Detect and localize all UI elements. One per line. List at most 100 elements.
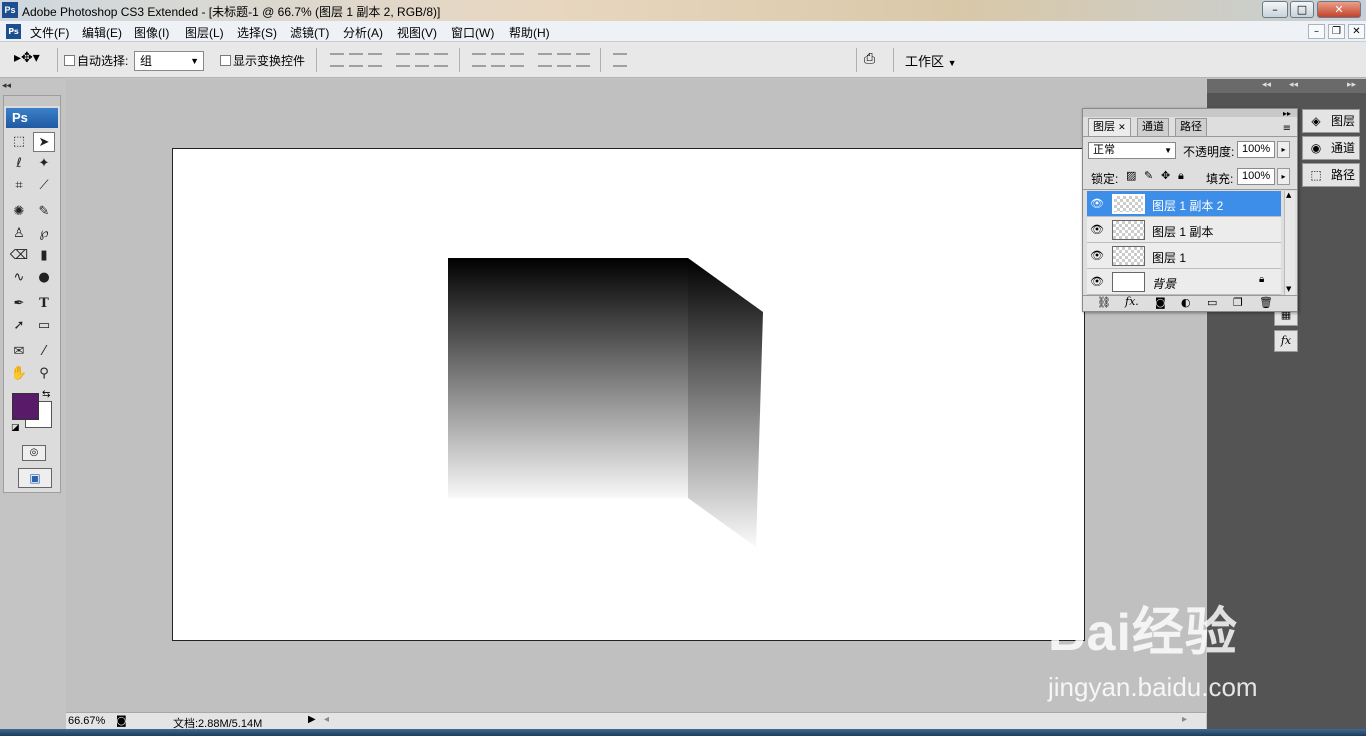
visibility-eye-icon[interactable]: 👁︎ (1090, 223, 1104, 237)
status-nav-icon[interactable]: ◙ (116, 714, 127, 727)
distribute-hcenter-icon[interactable] (557, 53, 571, 67)
collapse-icon[interactable]: ◂◂ (1289, 80, 1298, 90)
panel-collapse-icon[interactable]: ▸▸ (1283, 109, 1291, 118)
menu-help[interactable]: 帮助(H) (509, 24, 550, 41)
lock-all-icon[interactable]: 🔒︎ (1178, 169, 1184, 183)
screen-mode-icon[interactable]: ▣ (18, 468, 52, 488)
doc-minimize-button[interactable]: – (1308, 24, 1325, 39)
doc-close-button[interactable]: ✕ (1348, 24, 1365, 39)
brush-tool-icon[interactable]: ✎ (33, 202, 55, 222)
layer-row[interactable]: 👁︎ 背景 🔒︎ (1087, 269, 1281, 295)
document-canvas[interactable] (172, 148, 1085, 641)
new-layer-icon[interactable]: ❐ (1233, 296, 1243, 309)
styles-fx-icon[interactable]: fx (1274, 330, 1298, 352)
collapse-icon[interactable]: ◂◂ (1262, 80, 1271, 90)
tab-channels[interactable]: 通道 (1137, 118, 1169, 136)
quick-mask-icon[interactable]: ◎ (22, 445, 46, 461)
opacity-slider-arrow-icon[interactable]: ▸ (1277, 141, 1290, 158)
layer-style-fx-icon[interactable]: fx. (1125, 295, 1139, 308)
link-layers-icon[interactable]: ⛓ (1097, 296, 1111, 309)
tab-layers[interactable]: 图层 ✕ (1088, 118, 1131, 136)
blur-tool-icon[interactable]: ∿ (8, 268, 30, 288)
scroll-down-icon[interactable]: ▼ (1286, 285, 1291, 293)
side-paths-button[interactable]: ⬚ 路径 (1302, 163, 1360, 187)
fill-slider-arrow-icon[interactable]: ▸ (1277, 168, 1290, 185)
adjustment-layer-icon[interactable]: ◐ (1181, 296, 1191, 309)
scroll-up-icon[interactable]: ▲ (1286, 191, 1291, 199)
marquee-tool-icon[interactable]: ⬚ (8, 132, 30, 152)
eyedropper-tool-icon[interactable]: ⁄ (33, 342, 55, 362)
align-left-icon[interactable] (396, 53, 410, 67)
menu-file[interactable]: 文件(F) (30, 24, 69, 41)
shape-tool-icon[interactable]: ▭ (33, 316, 55, 336)
close-tab-icon[interactable]: ✕ (1118, 122, 1126, 132)
menu-layer[interactable]: 图层(L) (185, 24, 224, 41)
layers-scrollbar[interactable]: ▲ ▼ (1284, 191, 1295, 295)
slice-tool-icon[interactable]: ⟋ (33, 176, 55, 196)
swap-colors-icon[interactable]: ⇆ (42, 389, 50, 400)
close-button[interactable]: ✕ (1317, 1, 1361, 18)
expand-icon[interactable]: ▸▸ (1347, 80, 1356, 90)
toolbox-header[interactable] (4, 96, 60, 106)
menu-window[interactable]: 窗口(W) (451, 24, 494, 41)
side-layers-button[interactable]: ◈ 图层 (1302, 109, 1360, 133)
default-colors-icon[interactable]: ◪ (11, 423, 20, 433)
move-tool-preset-icon[interactable]: ▸✥▾ (14, 50, 50, 70)
side-channels-button[interactable]: ◉ 通道 (1302, 136, 1360, 160)
distribute-left-icon[interactable] (538, 53, 552, 67)
auto-select-checkbox[interactable] (64, 55, 75, 66)
align-top-icon[interactable] (330, 53, 344, 67)
path-selection-tool-icon[interactable]: ➚ (8, 316, 30, 336)
move-tool-icon[interactable]: ➤ (33, 132, 55, 152)
photoshop-app-icon[interactable]: Ps (2, 2, 18, 18)
menu-view[interactable]: 视图(V) (397, 24, 437, 41)
lock-image-icon[interactable]: ✎ (1144, 169, 1153, 182)
eraser-tool-icon[interactable]: ⌫ (8, 246, 30, 266)
opacity-input[interactable]: 100% (1237, 141, 1275, 158)
lock-transparent-icon[interactable]: ▨ (1126, 169, 1136, 182)
menu-select[interactable]: 选择(S) (237, 24, 277, 41)
zoom-tool-icon[interactable]: ⚲ (33, 364, 55, 384)
menu-filter[interactable]: 滤镜(T) (290, 24, 329, 41)
distribute-vcenter-icon[interactable] (491, 53, 505, 67)
layer-mask-icon[interactable]: ◙ (1155, 296, 1166, 309)
document-icon[interactable]: Ps (6, 24, 21, 39)
maximize-button[interactable]: □ (1290, 1, 1314, 18)
scroll-right-icon[interactable]: ▸ (1182, 714, 1187, 725)
show-transform-checkbox[interactable] (220, 55, 231, 66)
fill-input[interactable]: 100% (1237, 168, 1275, 185)
visibility-eye-icon[interactable]: 👁︎ (1090, 249, 1104, 263)
doc-restore-button[interactable]: ❐ (1328, 24, 1345, 39)
distribute-right-icon[interactable] (576, 53, 590, 67)
visibility-eye-icon[interactable]: 👁︎ (1090, 275, 1104, 289)
lock-position-icon[interactable]: ✥ (1161, 169, 1170, 182)
lasso-tool-icon[interactable]: ℓ (8, 154, 30, 174)
menu-image[interactable]: 图像(I) (134, 24, 169, 41)
menu-edit[interactable]: 编辑(E) (82, 24, 122, 41)
tab-paths[interactable]: 路径 (1175, 118, 1207, 136)
workspace-button[interactable]: 工作区 ▼ (905, 51, 957, 70)
dock-header[interactable] (1207, 79, 1366, 93)
type-tool-icon[interactable]: T (33, 294, 55, 314)
visibility-eye-icon[interactable]: 👁︎ (1090, 197, 1104, 211)
auto-align-icon[interactable] (613, 53, 627, 67)
distribute-bottom-icon[interactable] (510, 53, 524, 67)
menu-analysis[interactable]: 分析(A) (343, 24, 383, 41)
healing-brush-tool-icon[interactable]: ✺ (8, 202, 30, 222)
status-menu-arrow-icon[interactable]: ▶ (308, 714, 316, 725)
layer-row[interactable]: 👁︎ 图层 1 副本 2 (1087, 191, 1281, 217)
panel-grip[interactable] (1083, 109, 1297, 117)
magic-wand-tool-icon[interactable]: ✦ (33, 154, 55, 174)
layer-row[interactable]: 👁︎ 图层 1 (1087, 243, 1281, 269)
auto-select-dropdown[interactable]: 组 ▼ (134, 51, 204, 71)
notes-tool-icon[interactable]: ✉ (8, 342, 30, 362)
zoom-level[interactable]: 66.67% (68, 715, 105, 727)
align-bottom-icon[interactable] (368, 53, 382, 67)
collapse-left-icon[interactable]: ◂◂ (2, 81, 11, 91)
pen-tool-icon[interactable]: ✒ (8, 294, 30, 314)
align-vcenter-icon[interactable] (349, 53, 363, 67)
bridge-icon[interactable]: ⎙ (864, 51, 886, 69)
foreground-color-swatch[interactable] (12, 393, 39, 420)
new-group-icon[interactable]: ▭ (1207, 296, 1217, 309)
blend-mode-dropdown[interactable]: 正常 ▼ (1088, 142, 1176, 159)
